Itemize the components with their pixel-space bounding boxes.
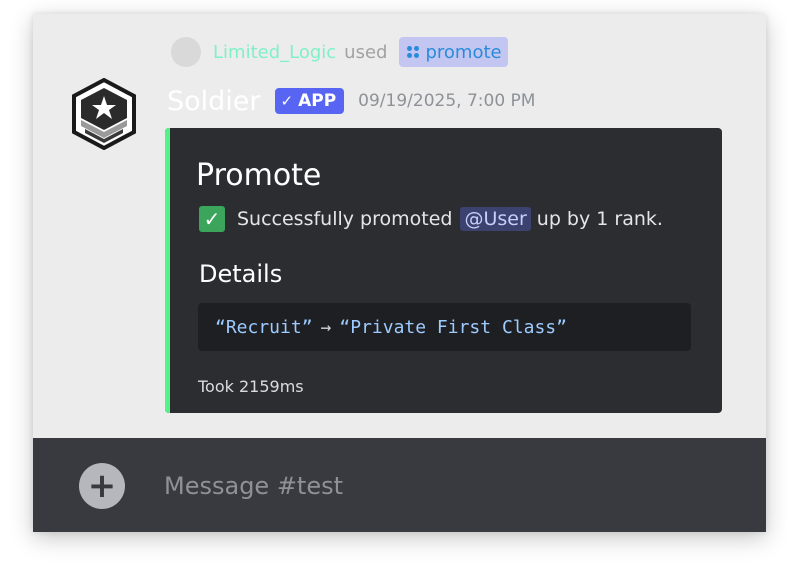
military-rank-insignia-icon[interactable]	[71, 78, 137, 150]
slash-command-icon	[407, 46, 420, 58]
message-composer: +	[33, 438, 766, 532]
description-suffix: up by 1 rank.	[536, 208, 663, 230]
description-prefix: Successfully promoted	[237, 208, 453, 230]
to-rank: “Private First Class”	[339, 316, 567, 338]
promote-embed: Promote ✓ Successfully promoted @User up…	[165, 128, 722, 413]
user-mention[interactable]: @User	[460, 207, 531, 231]
message-timestamp[interactable]: 09/19/2025, 7:00 PM	[358, 91, 535, 111]
command-usage-line: Limited_Logic used promote	[171, 37, 508, 67]
invoking-username[interactable]: Limited_Logic	[213, 42, 336, 63]
message-header: Soldier ✓ APP 09/19/2025, 7:00 PM	[167, 84, 535, 118]
bot-username[interactable]: Soldier	[167, 86, 261, 117]
embed-title: Promote	[196, 158, 322, 193]
embed-description: ✓ Successfully promoted @User up by 1 ra…	[199, 206, 663, 232]
app-badge: ✓ APP	[274, 88, 345, 114]
embed-accent-bar	[165, 128, 170, 413]
details-field-name: Details	[199, 260, 283, 288]
rank-change-code-block: “Recruit” → “Private First Class”	[198, 303, 691, 351]
verified-check-icon: ✓	[280, 92, 294, 110]
checkmark-icon: ✓	[199, 206, 225, 232]
from-rank: “Recruit”	[215, 316, 313, 338]
discord-chat-window: Limited_Logic used promote Soldier ✓ APP…	[33, 14, 766, 532]
plus-icon[interactable]: +	[79, 463, 125, 509]
command-chip[interactable]: promote	[399, 37, 508, 67]
arrow-right-icon: →	[320, 316, 332, 338]
app-badge-label: APP	[298, 91, 337, 111]
message-input[interactable]	[164, 466, 724, 506]
embed-footer: Took 2159ms	[198, 377, 304, 396]
user-avatar[interactable]	[171, 37, 201, 67]
used-label: used	[344, 41, 388, 63]
command-name: promote	[425, 41, 502, 63]
